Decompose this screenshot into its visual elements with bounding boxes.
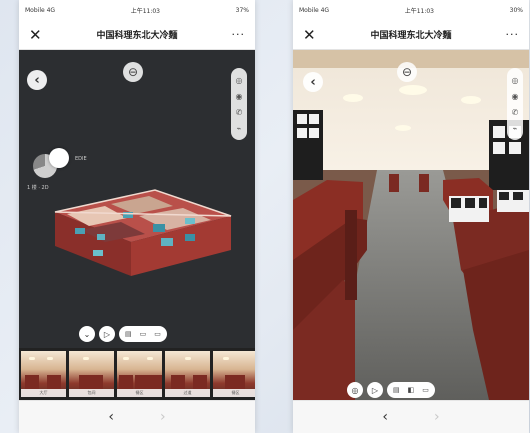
scene-thumbnail[interactable]: 大厅 (21, 351, 66, 397)
play-icon[interactable]: ▷ (99, 326, 115, 342)
thumbnail-caption: 大厅 (21, 389, 66, 397)
page-title: 中国科理东北大冷麵 (96, 31, 178, 41)
battery-text: 37% (235, 6, 249, 14)
plan-view-icon[interactable]: ▤ (393, 386, 400, 394)
hotspot-icon[interactable]: ◎ (347, 382, 363, 398)
plan-view-icon[interactable]: ▤ (125, 330, 132, 338)
scene-thumbnail[interactable]: 餐区 (213, 351, 255, 397)
close-icon[interactable]: ✕ (303, 26, 323, 44)
location-icon[interactable]: ◉ (236, 92, 243, 101)
minimap-label: EDIE (75, 156, 87, 162)
phone-screen-panorama: Mobile 4G 上午11:03 30% ✕ 中国科理东北大冷麵 ··· ‹ … (293, 0, 529, 433)
vr-view-icon[interactable]: ◧ (408, 386, 415, 394)
carrier-text: Mobile 4G (299, 6, 330, 14)
viewer-control-row: ⌄ ▷ ▤ ▭ ▭ (79, 326, 167, 342)
browser-bottom-nav: ‹ › (293, 400, 529, 433)
vr-floorplan-viewer[interactable]: ‹ ⊖ ◎ ◉ ✆ ⌁ EDIE 1 楼 · 2D (19, 50, 255, 374)
page-title: 中国科理东北大冷麵 (370, 31, 452, 41)
view-switch-pill: ▤ ◧ ▭ (387, 382, 435, 398)
navigation-bar: ✕ 中国科理东北大冷麵 ··· (293, 20, 529, 50)
nav-forward-icon[interactable]: › (434, 409, 440, 425)
compass-icon[interactable]: ⊖ (123, 62, 143, 82)
navigation-bar: ✕ 中国科理东北大冷麵 ··· (19, 20, 255, 50)
chevron-down-icon[interactable]: ⌄ (79, 326, 95, 342)
model-view-icon[interactable]: ▭ (154, 330, 161, 338)
nav-back-icon[interactable]: ‹ (108, 409, 114, 425)
thumbnail-caption: 过道 (165, 389, 210, 397)
phone-icon[interactable]: ✆ (512, 108, 519, 117)
browser-bottom-nav: ‹ › (19, 400, 255, 433)
scene-thumbnail[interactable]: 餐区 (117, 351, 162, 397)
status-bar: Mobile 4G 上午11:03 37% (19, 0, 255, 20)
thumbnail-caption: 包间 (69, 389, 114, 397)
scene-thumbnail-strip[interactable]: 大厅 包间 餐区 过道 餐区 (19, 348, 255, 400)
model-view-icon[interactable]: ▭ (422, 386, 429, 394)
share-icon[interactable]: ⌁ (237, 124, 242, 133)
vr-icon[interactable]: ◎ (236, 76, 243, 85)
side-tool-panel: ◎ ◉ ✆ ⌁ (507, 68, 523, 140)
scene-thumbnail[interactable]: 包间 (69, 351, 114, 397)
back-circle-icon[interactable]: ‹ (27, 70, 47, 90)
time-text: 上午11:03 (130, 7, 160, 15)
vr-panorama-view[interactable] (293, 50, 529, 400)
close-icon[interactable]: ✕ (29, 26, 49, 44)
status-bar: Mobile 4G 上午11:03 30% (293, 0, 529, 20)
scene-thumbnail[interactable]: 过道 (165, 351, 210, 397)
more-icon[interactable]: ··· (225, 28, 245, 41)
minimap-knob[interactable] (49, 148, 69, 168)
view-switch-pill: ▤ ▭ ▭ (119, 326, 167, 342)
phone-icon[interactable]: ✆ (236, 108, 243, 117)
thumbnail-caption: 餐区 (117, 389, 162, 397)
nav-forward-icon[interactable]: › (160, 409, 166, 425)
carrier-text: Mobile 4G (25, 6, 56, 14)
more-icon[interactable]: ··· (499, 28, 519, 41)
viewer-control-row: ◎ ▷ ▤ ◧ ▭ (347, 382, 435, 398)
battery-text: 30% (509, 6, 523, 14)
vr-icon[interactable]: ◎ (512, 76, 519, 85)
vr-view-icon[interactable]: ▭ (140, 330, 147, 338)
compass-icon[interactable]: ⊖ (397, 62, 417, 82)
time-text: 上午11:03 (404, 7, 434, 15)
thumbnail-caption: 餐区 (213, 389, 255, 397)
back-circle-icon[interactable]: ‹ (303, 72, 323, 92)
phone-screen-floorplan: Mobile 4G 上午11:03 37% ✕ 中国科理东北大冷麵 ··· ‹ … (19, 0, 255, 433)
nav-back-icon[interactable]: ‹ (382, 409, 388, 425)
3d-floorplan-model[interactable] (35, 172, 241, 292)
location-icon[interactable]: ◉ (512, 92, 519, 101)
play-icon[interactable]: ▷ (367, 382, 383, 398)
side-tool-panel: ◎ ◉ ✆ ⌁ (231, 68, 247, 140)
share-icon[interactable]: ⌁ (513, 124, 518, 133)
